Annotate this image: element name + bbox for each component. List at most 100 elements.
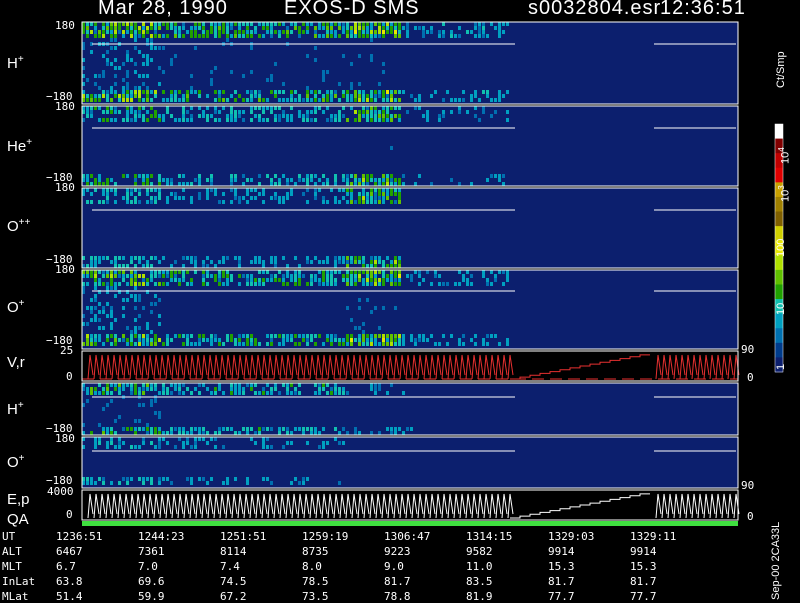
- spectrogram-cell: [190, 26, 193, 30]
- spectrogram-cell: [306, 182, 309, 186]
- spectrogram-cell: [278, 278, 281, 282]
- spectrogram-cell: [378, 342, 381, 346]
- spectrogram-cell: [134, 34, 137, 38]
- spectrogram-cell: [106, 383, 109, 387]
- spectrogram-cell: [174, 334, 177, 338]
- spectrogram-cell: [110, 38, 113, 42]
- spectrogram-cell: [254, 90, 257, 94]
- spectrogram-cell: [238, 342, 241, 346]
- spectrogram-cell: [302, 334, 305, 338]
- spectrogram-cell: [226, 481, 229, 485]
- spectrogram-cell: [318, 98, 321, 102]
- spectrogram-cell: [506, 22, 509, 26]
- spectrogram-cell: [134, 86, 137, 90]
- panel-o-plus-2: [81, 436, 739, 489]
- spectrogram-cell: [382, 338, 385, 342]
- spectrogram-cell: [246, 383, 249, 387]
- spectrogram-cell: [370, 256, 373, 260]
- spectrogram-cell: [98, 30, 101, 34]
- spectrogram-cell: [114, 274, 117, 278]
- spectrogram-cell: [374, 182, 377, 186]
- spectrogram-cell: [342, 114, 345, 118]
- spectrogram-cell: [386, 106, 389, 110]
- spectrogram-cell: [322, 70, 325, 74]
- spectrogram-cell: [110, 188, 113, 192]
- spectrogram-cell: [482, 22, 485, 26]
- spectrogram-cell: [430, 282, 433, 286]
- spectrogram-cell: [246, 338, 249, 342]
- spectrogram-cell: [386, 391, 389, 395]
- spectrogram-cell: [186, 441, 189, 445]
- spectrogram-cell: [98, 182, 101, 186]
- spectrogram-cell: [98, 86, 101, 90]
- spectrogram-cell: [122, 334, 125, 338]
- spectrogram-cell: [150, 441, 153, 445]
- panel-o-plusplus: [81, 187, 739, 269]
- spectrogram-cell: [214, 338, 217, 342]
- ephem-cell: 67.2: [220, 590, 247, 603]
- spectrogram-cell: [86, 477, 89, 481]
- spectrogram-cell: [406, 34, 409, 38]
- spectrogram-cell: [178, 383, 181, 387]
- spectrogram-cell: [298, 391, 301, 395]
- spectrogram-cell: [386, 114, 389, 118]
- spectrogram-cell: [130, 270, 133, 274]
- ephem-cell: 7.4: [220, 560, 240, 573]
- panel-label-vr: V,r: [7, 354, 25, 371]
- spectrogram-cell: [462, 90, 465, 94]
- spectrogram-cell: [230, 114, 233, 118]
- spectrogram-cell: [262, 278, 265, 282]
- spectrogram-cell: [86, 182, 89, 186]
- spectrogram-cell: [278, 178, 281, 182]
- spectrogram-cell: [190, 34, 193, 38]
- spectrogram-cell: [154, 338, 157, 342]
- spectrogram-cell: [358, 298, 361, 302]
- spectrogram-cell: [234, 118, 237, 122]
- spectrogram-cell: [326, 278, 329, 282]
- spectrogram-cell: [150, 256, 153, 260]
- spectrogram-cell: [274, 30, 277, 34]
- spectrogram-cell: [194, 46, 197, 50]
- spectrogram-cell: [98, 383, 101, 387]
- spectrogram-cell: [322, 441, 325, 445]
- spectrogram-cell: [342, 441, 345, 445]
- spectrogram-cell: [110, 34, 113, 38]
- spectrogram-cell: [146, 188, 149, 192]
- spectrogram-cell: [206, 94, 209, 98]
- spectrogram-cell: [102, 477, 105, 481]
- spectrogram-cell: [126, 326, 129, 330]
- spectrogram-cell: [246, 188, 249, 192]
- spectrogram-cell: [178, 182, 181, 186]
- spectrogram-cell: [170, 182, 173, 186]
- spectrogram-cell: [474, 94, 477, 98]
- ep-rtick-min: 0: [747, 510, 754, 523]
- spectrogram-cell: [114, 94, 117, 98]
- spectrogram-cell: [134, 282, 137, 286]
- spectrogram-cell: [238, 94, 241, 98]
- spectrogram-cell: [126, 50, 129, 54]
- spectrogram-cell: [330, 188, 333, 192]
- spectrogram-cell: [126, 192, 129, 196]
- spectrogram-cell: [286, 114, 289, 118]
- spectrogram-cell: [318, 334, 321, 338]
- spectrogram-cell: [158, 34, 161, 38]
- spectrogram-cell: [154, 294, 157, 298]
- spectrogram-cell: [202, 383, 205, 387]
- spectrogram-cell: [114, 445, 117, 449]
- spectrogram-cell: [270, 387, 273, 391]
- spectrogram-cell: [362, 26, 365, 30]
- spectrogram-cell: [362, 106, 365, 110]
- spectrogram-cell: [390, 146, 393, 150]
- spectrogram-cell: [394, 90, 397, 94]
- spectrogram-cell: [266, 477, 269, 481]
- spectrogram-cell: [246, 192, 249, 196]
- spectrogram-cell: [122, 338, 125, 342]
- spectrogram-cell: [338, 270, 341, 274]
- spectrogram-cell: [398, 30, 401, 34]
- spectrogram-cell: [334, 30, 337, 34]
- spectrogram-cell: [202, 260, 205, 264]
- spectrogram-cell: [94, 282, 97, 286]
- spectrogram-cell: [166, 34, 169, 38]
- spectrogram-cell: [270, 274, 273, 278]
- spectrogram-cell: [458, 282, 461, 286]
